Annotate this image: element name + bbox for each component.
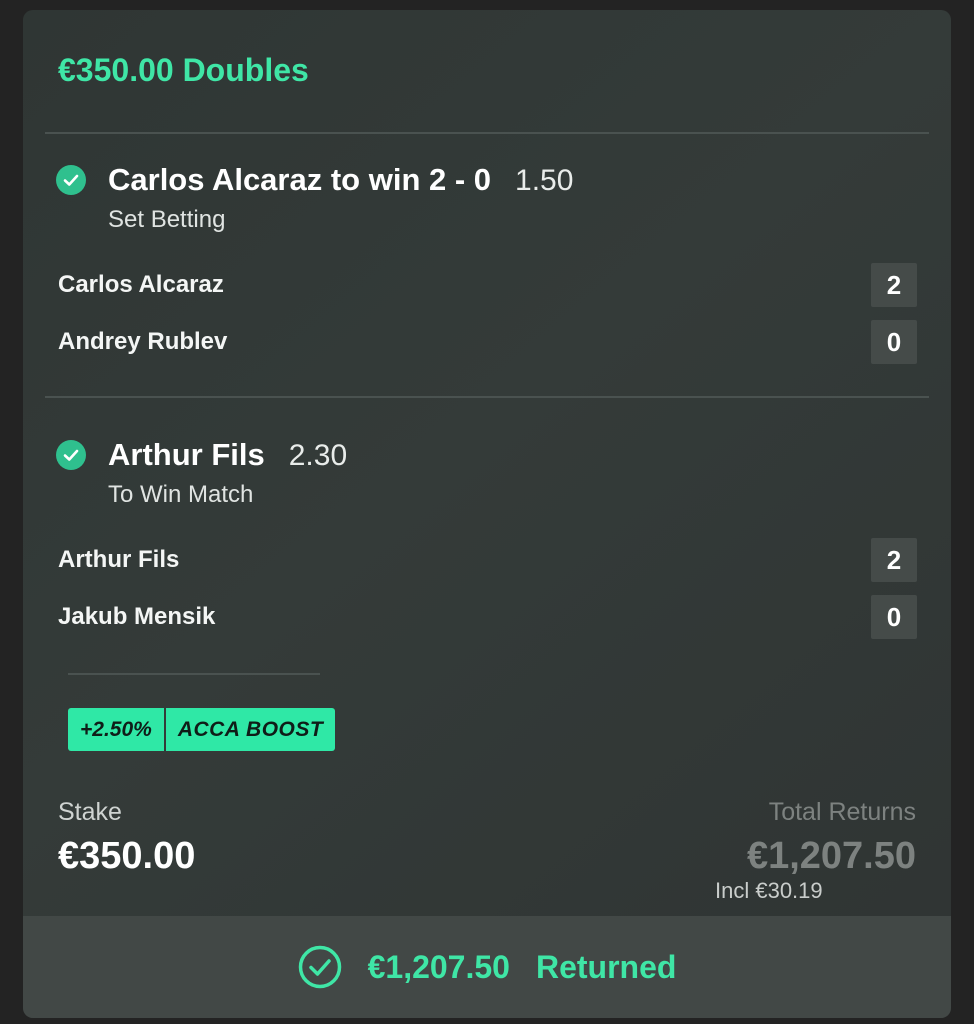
player-name: Jakub Mensik [58, 603, 216, 630]
divider [68, 673, 320, 675]
selection-2: Arthur Fils 2.30 To Win Match [56, 437, 906, 509]
returned-status: Returned [535, 948, 677, 985]
selection-1: Carlos Alcaraz to win 2 - 0 1.50 Set Bet… [56, 162, 906, 234]
divider [45, 132, 929, 134]
stake-label: Stake [58, 798, 122, 826]
score-row: Arthur Fils 2 [58, 538, 917, 582]
boost-label: ACCA BOOST [165, 708, 336, 751]
selection-name: Carlos Alcaraz to win 2 - 0 [108, 162, 492, 197]
player-score: 2 [871, 263, 917, 307]
boost-included-amount: Incl €30.19 [715, 878, 823, 903]
divider [45, 396, 929, 398]
player-score: 0 [871, 595, 917, 639]
bet-title: €350.00 Doubles [58, 52, 309, 88]
score-row: Andrey Rublev 0 [58, 320, 917, 364]
selection-name: Arthur Fils [108, 437, 265, 472]
total-returns-label: Total Returns [768, 798, 916, 826]
stake-value: €350.00 [58, 835, 196, 877]
player-name: Arthur Fils [58, 546, 180, 573]
player-name: Andrey Rublev [58, 328, 228, 355]
score-row: Carlos Alcaraz 2 [58, 263, 917, 307]
player-score: 2 [871, 538, 917, 582]
score-row: Jakub Mensik 0 [58, 595, 917, 639]
selection-market: Set Betting [108, 206, 226, 233]
selection-odds: 2.30 [288, 439, 348, 472]
selection-market: To Win Match [108, 481, 254, 508]
selection-odds: 1.50 [515, 164, 574, 197]
returned-footer: €1,207.50 Returned [23, 916, 951, 1018]
total-returns-value: €1,207.50 [746, 835, 916, 877]
check-circle-outline-icon [298, 945, 342, 989]
player-name: Carlos Alcaraz [58, 271, 224, 298]
bet-card: €350.00 Doubles Carlos Alcaraz to win 2 … [23, 10, 951, 1018]
player-score: 0 [871, 320, 917, 364]
returned-amount: €1,207.50 [367, 948, 510, 985]
check-circle-icon [56, 440, 86, 470]
check-circle-icon [56, 165, 86, 195]
boost-percent: +2.50% [68, 708, 164, 751]
acca-boost-badge: +2.50% ACCA BOOST [68, 708, 336, 751]
